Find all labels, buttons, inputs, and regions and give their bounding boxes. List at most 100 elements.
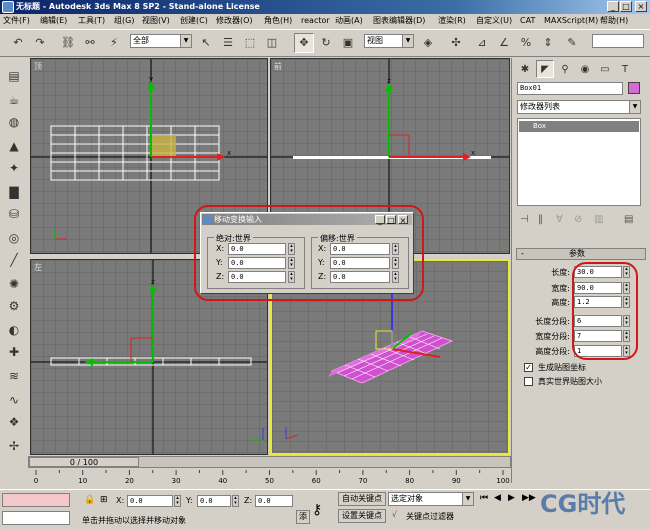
menu-graph-editors[interactable]: 图表编辑器(D) bbox=[373, 15, 425, 27]
maxscript-listener[interactable] bbox=[2, 493, 70, 507]
set-key-button[interactable]: 设置关键点 bbox=[338, 509, 386, 523]
object-name-field[interactable]: Box01 bbox=[517, 82, 623, 95]
bone-icon[interactable]: ✢ bbox=[4, 436, 24, 456]
menu-help[interactable]: 帮助(H) bbox=[600, 15, 628, 27]
snaps-toggle-icon[interactable]: ⊿ bbox=[472, 33, 492, 53]
previous-frame-icon[interactable]: ◀ bbox=[494, 493, 501, 503]
menu-tools[interactable]: 工具(T) bbox=[78, 15, 105, 27]
display-tab-icon[interactable]: ▭ bbox=[596, 60, 614, 78]
menu-maxscript[interactable]: MAXScript(M) bbox=[544, 15, 598, 27]
configure-sets-icon[interactable]: ▥ bbox=[594, 214, 603, 225]
close-button[interactable]: × bbox=[635, 1, 647, 12]
menu-character[interactable]: 角色(H) bbox=[264, 15, 292, 27]
bind-to-space-warp-icon[interactable]: ⚡ bbox=[104, 33, 124, 53]
modify-tab-icon[interactable]: ◤ bbox=[536, 60, 554, 78]
selection-filter-dropdown[interactable]: 全部 ▼ bbox=[130, 34, 192, 48]
manipulate-icon[interactable]: ✣ bbox=[446, 33, 466, 53]
undo-icon[interactable]: ↶ bbox=[8, 33, 28, 53]
cylinder-icon[interactable]: ⛁ bbox=[4, 204, 24, 224]
make-unique-icon[interactable]: ∀ bbox=[556, 214, 563, 225]
menu-create[interactable]: 创建(C) bbox=[180, 15, 208, 27]
menu-cat[interactable]: CAT bbox=[520, 15, 535, 27]
go-to-start-icon[interactable]: ⏮ bbox=[480, 493, 488, 503]
camera-icon[interactable]: ◐ bbox=[4, 320, 24, 340]
absolute-mode-icon[interactable]: ⊞ bbox=[100, 495, 108, 505]
parameters-rollout-header[interactable]: - 参数 bbox=[516, 248, 646, 260]
menu-views[interactable]: 视图(V) bbox=[142, 15, 170, 27]
named-selection-set-field[interactable] bbox=[592, 34, 644, 48]
app-icon[interactable] bbox=[2, 1, 14, 13]
angle-snap-icon[interactable]: ∠ bbox=[494, 33, 514, 53]
menu-edit[interactable]: 编辑(E) bbox=[40, 15, 67, 27]
show-end-result-icon[interactable]: ‖ bbox=[538, 214, 543, 225]
line-icon[interactable]: ╱ bbox=[4, 250, 24, 270]
lock-icon[interactable]: 🔒 bbox=[84, 495, 95, 505]
status-y-field[interactable]: 0.0 bbox=[197, 495, 231, 507]
time-slider-thumb[interactable]: 0 / 100 bbox=[29, 457, 139, 467]
box-icon[interactable]: ▇ bbox=[4, 182, 24, 202]
teapot-icon[interactable]: ☕ bbox=[4, 90, 24, 110]
spinner-icon[interactable]: ▴ ▾ bbox=[174, 495, 181, 507]
light-icon[interactable]: ✺ bbox=[4, 274, 24, 294]
percent-snap-icon[interactable]: % bbox=[516, 33, 536, 53]
create-tab-icon[interactable]: ✱ bbox=[516, 60, 534, 78]
menu-animation[interactable]: 动画(A) bbox=[335, 15, 363, 27]
menu-file[interactable]: 文件(F) bbox=[3, 15, 30, 27]
configure-icon[interactable]: ▤ bbox=[624, 214, 633, 225]
gear-icon[interactable]: ⚙ bbox=[4, 296, 24, 316]
status-z-field[interactable]: 0.0 bbox=[255, 495, 293, 507]
named-selection-icon[interactable]: ✎ bbox=[562, 33, 582, 53]
window-crossing-icon[interactable]: ◫ bbox=[262, 33, 282, 53]
menu-customize[interactable]: 自定义(U) bbox=[476, 15, 512, 27]
rectangular-selection-icon[interactable]: ⬚ bbox=[240, 33, 260, 53]
utilities-tab-icon[interactable]: T bbox=[616, 60, 634, 78]
menu-reactor[interactable]: reactor bbox=[301, 15, 330, 27]
wave-icon[interactable]: ∿ bbox=[4, 390, 24, 410]
add-time-tag-button[interactable]: 添 bbox=[296, 510, 310, 524]
unlink-icon[interactable]: ⚯ bbox=[80, 33, 100, 53]
play-icon[interactable]: ▶ bbox=[508, 493, 515, 503]
spinner-snap-icon[interactable]: ⇕ bbox=[538, 33, 558, 53]
spinner-icon[interactable]: ▴ ▾ bbox=[232, 495, 239, 507]
create-geometry-icon[interactable]: ▤ bbox=[4, 66, 24, 86]
modifier-stack[interactable]: Box bbox=[517, 118, 641, 206]
object-color-swatch[interactable] bbox=[628, 82, 640, 94]
minimize-button[interactable]: _ bbox=[607, 1, 619, 12]
motion-tab-icon[interactable]: ◉ bbox=[576, 60, 594, 78]
sphere-icon[interactable]: ◍ bbox=[4, 112, 24, 132]
menu-rendering[interactable]: 渲染(R) bbox=[438, 15, 466, 27]
select-and-rotate-icon[interactable]: ↻ bbox=[316, 33, 336, 53]
time-slider[interactable]: 0 / 100 bbox=[28, 456, 511, 468]
space-warp-icon[interactable]: ≋ bbox=[4, 366, 24, 386]
key-icon[interactable]: ⚷ bbox=[312, 502, 322, 518]
real-world-checkbox[interactable] bbox=[524, 377, 533, 386]
next-frame-icon[interactable]: ▶▶ bbox=[522, 493, 536, 503]
pivot-center-icon[interactable]: ◈ bbox=[418, 33, 438, 53]
wire-icon[interactable]: ❖ bbox=[4, 412, 24, 432]
star-icon[interactable]: ✦ bbox=[4, 158, 24, 178]
menu-group[interactable]: 组(G) bbox=[114, 15, 134, 27]
auto-key-button[interactable]: 自动关键点 bbox=[338, 492, 386, 506]
key-mode-dropdown[interactable]: 选定对象 ▼ bbox=[388, 492, 474, 506]
tube-icon[interactable]: ◎ bbox=[4, 228, 24, 248]
status-x-field[interactable]: 0.0 bbox=[127, 495, 173, 507]
select-object-icon[interactable]: ↖ bbox=[196, 33, 216, 53]
hierarchy-tab-icon[interactable]: ⚲ bbox=[556, 60, 574, 78]
cone-icon[interactable]: ▲ bbox=[4, 136, 24, 156]
remove-modifier-icon[interactable]: ⊘ bbox=[574, 214, 582, 225]
pin-stack-icon[interactable]: ⊣ bbox=[520, 214, 529, 225]
select-and-move-icon[interactable]: ✥ bbox=[294, 33, 314, 53]
select-and-link-icon[interactable]: ⛓ bbox=[58, 33, 78, 53]
redo-icon[interactable]: ↷ bbox=[30, 33, 50, 53]
reference-coord-dropdown[interactable]: 视图 ▼ bbox=[364, 34, 414, 48]
gen-mapping-checkbox[interactable]: ✓ bbox=[524, 363, 533, 372]
menu-modifiers[interactable]: 修改器(O) bbox=[216, 15, 253, 27]
key-filters-button[interactable]: 关键点过滤器 bbox=[406, 511, 454, 522]
helper-icon[interactable]: ✚ bbox=[4, 342, 24, 362]
stack-item[interactable]: Box bbox=[519, 121, 639, 132]
modifier-list-dropdown[interactable]: 修改器列表 ▼ bbox=[517, 100, 641, 114]
maxscript-mini-listener[interactable] bbox=[2, 511, 70, 525]
maximize-button[interactable]: □ bbox=[620, 1, 632, 12]
track-bar[interactable]: 0 10 20 30 40 50 60 70 80 90 100 bbox=[28, 470, 511, 486]
select-and-scale-icon[interactable]: ▣ bbox=[338, 33, 358, 53]
